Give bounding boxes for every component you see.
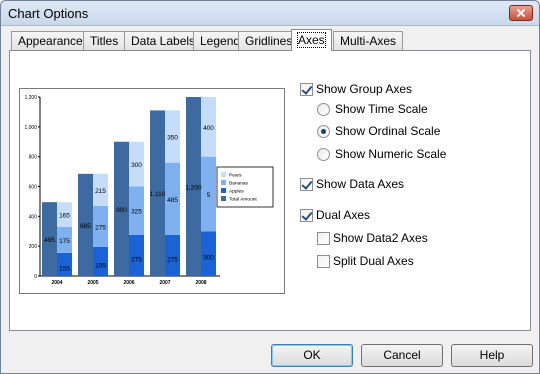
y-tick-label: 400	[29, 214, 38, 220]
show-numeric-scale-radio[interactable]	[317, 147, 330, 161]
y-tick-label: 600	[29, 185, 38, 191]
legend-swatch	[221, 196, 226, 201]
dialog-title: Chart Options	[8, 6, 89, 21]
chart-svg: 0 200 400 600 800 1,000 1,200 495 155 175 165 2004 6…	[24, 95, 274, 286]
bar-apples	[57, 252, 72, 276]
x-tick-label: 2008	[195, 280, 206, 286]
show-group-axes-label: Show Group Axes	[316, 82, 413, 96]
y-tick-label: 0	[34, 274, 37, 280]
close-button[interactable]	[509, 5, 533, 21]
data-label-total: 495	[44, 237, 55, 244]
data-label-pears: 165	[59, 212, 70, 219]
dual-axes-option[interactable]: Dual Axes	[300, 207, 370, 223]
dual-axes-checkbox[interactable]	[300, 208, 313, 222]
tab-axes[interactable]: Axes	[291, 29, 332, 51]
show-data-axes-checkbox[interactable]	[300, 177, 313, 191]
x-tick-label: 2004	[51, 280, 62, 286]
data-label-pears: 300	[131, 162, 142, 169]
data-label-apples: 300	[203, 255, 214, 262]
show-data2-axes-checkbox[interactable]	[317, 231, 330, 245]
show-ordinal-scale-radio[interactable]	[317, 124, 330, 138]
x-tick-label: 2005	[87, 280, 98, 286]
y-tick-label: 1,000	[24, 125, 37, 131]
show-group-axes-checkbox[interactable]	[300, 82, 313, 96]
show-ordinal-scale-option[interactable]: Show Ordinal Scale	[317, 123, 440, 139]
legend-swatch	[221, 172, 226, 177]
tab-appearance[interactable]: Appearance	[11, 31, 90, 50]
data-label-total: 685	[80, 223, 91, 230]
data-label-pears: 400	[203, 125, 214, 132]
ok-button[interactable]: OK	[271, 344, 353, 367]
data-label-total: 1,110	[150, 191, 166, 198]
y-tick-label: 200	[29, 244, 38, 250]
bar-apples	[201, 231, 216, 276]
show-data2-axes-option[interactable]: Show Data2 Axes	[317, 230, 428, 246]
help-button[interactable]: Help	[451, 344, 533, 367]
legend-swatch	[221, 180, 226, 185]
chart-options-dialog: Chart Options Appearance Titles Data Lab…	[0, 0, 540, 374]
show-numeric-scale-label: Show Numeric Scale	[335, 147, 447, 161]
tab-titles[interactable]: Titles	[83, 31, 126, 50]
data-label-bananas: 485	[167, 197, 178, 204]
data-label-bananas: 175	[59, 238, 70, 245]
chart-preview: 0 200 400 600 800 1,000 1,200 495 155 175 165 2004 6…	[19, 88, 285, 294]
bar-apples	[165, 234, 180, 276]
title-bar[interactable]: Chart Options	[1, 1, 539, 26]
split-dual-axes-option[interactable]: Split Dual Axes	[317, 253, 414, 269]
show-time-scale-radio[interactable]	[317, 102, 330, 116]
show-group-axes-option[interactable]: Show Group Axes	[300, 81, 412, 97]
show-numeric-scale-option[interactable]: Show Numeric Scale	[317, 146, 446, 162]
x-tick-label: 2007	[159, 280, 170, 286]
cancel-button[interactable]: Cancel	[361, 344, 443, 367]
y-tick-label: 800	[29, 155, 38, 161]
split-dual-axes-checkbox[interactable]	[317, 254, 330, 268]
data-label-bananas: 325	[131, 209, 142, 216]
show-ordinal-scale-label: Show Ordinal Scale	[335, 124, 441, 138]
data-label-apples: 155	[59, 265, 70, 272]
legend-label: Bananas	[229, 181, 249, 187]
tab-multi-axes[interactable]: Multi-Axes	[333, 31, 404, 50]
bar-apples	[93, 246, 108, 276]
data-label-pears: 215	[95, 188, 106, 195]
split-dual-axes-label: Split Dual Axes	[333, 254, 414, 268]
show-data-axes-label: Show Data Axes	[316, 177, 405, 191]
x-tick-label: 2006	[123, 280, 134, 286]
data-label-bananas: 275	[95, 224, 106, 231]
show-time-scale-label: Show Time Scale	[335, 102, 428, 116]
bar-apples	[129, 234, 144, 276]
data-label-apples: 275	[167, 256, 178, 263]
y-tick-label: 1,200	[24, 95, 37, 101]
data-label-total: 1,200	[185, 185, 202, 192]
show-time-scale-option[interactable]: Show Time Scale	[317, 101, 428, 117]
legend-label: Pears	[229, 173, 242, 179]
tab-data-labels[interactable]: Data Labels	[124, 31, 203, 50]
legend-label: Total Amount	[229, 197, 257, 203]
data-label-total: 900	[116, 207, 127, 214]
legend-label: Apples	[229, 189, 244, 195]
data-label-bananas: 5	[207, 192, 211, 199]
data-label-pears: 350	[167, 135, 178, 142]
axes-panel: 0 200 400 600 800 1,000 1,200 495 155 175 165 2004 6…	[9, 50, 531, 331]
data-label-apples: 195	[95, 262, 106, 269]
show-data2-axes-label: Show Data2 Axes	[333, 231, 428, 245]
show-data-axes-option[interactable]: Show Data Axes	[300, 176, 404, 192]
data-label-apples: 275	[131, 256, 142, 263]
dual-axes-label: Dual Axes	[316, 208, 371, 222]
legend-swatch	[221, 188, 226, 193]
